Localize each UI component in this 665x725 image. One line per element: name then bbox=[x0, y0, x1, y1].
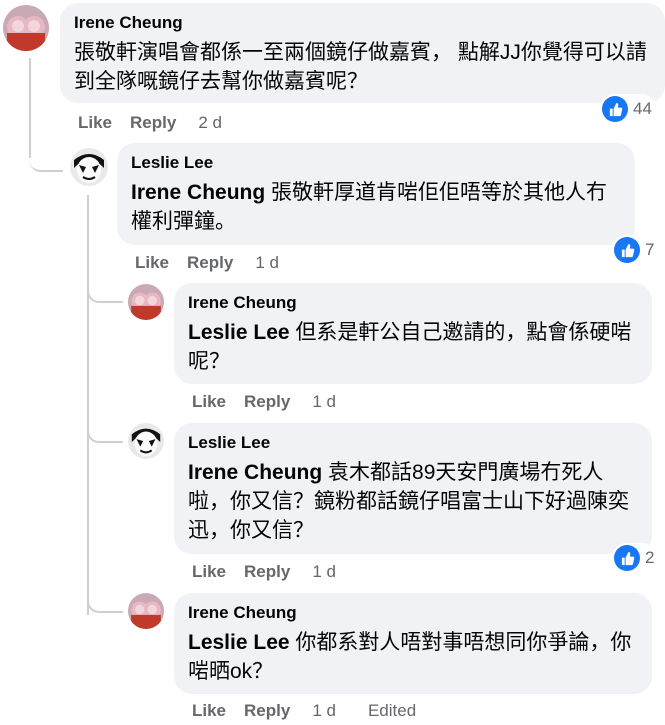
like-thumb-icon bbox=[614, 545, 640, 571]
comment-timestamp[interactable]: 1 d bbox=[312, 562, 336, 581]
comment-author[interactable]: Irene Cheung bbox=[188, 292, 638, 314]
like-button[interactable]: Like bbox=[192, 392, 226, 411]
reaction-count: 7 bbox=[645, 240, 655, 259]
avatar-image bbox=[70, 148, 108, 186]
thread-connector bbox=[87, 590, 123, 613]
thread-connector bbox=[87, 280, 123, 303]
avatar-image bbox=[128, 423, 164, 459]
comment-text: Irene Cheung 張敬軒厚道肯啱佢佢唔等於其他人冇權利彈鐘。 bbox=[131, 178, 621, 236]
mention-link[interactable]: Leslie Lee bbox=[188, 321, 290, 344]
avatar-image bbox=[3, 5, 49, 51]
comment-actions: Like Reply 1 d bbox=[192, 392, 354, 412]
like-thumb-icon bbox=[602, 96, 628, 122]
comment-text: Leslie Lee 但系是軒公自己邀請的，點會係硬啱呢？ bbox=[188, 318, 638, 376]
avatar-image bbox=[128, 284, 164, 320]
comment-bubble: Leslie Lee Irene Cheung 袁木都話89天安門廣場冇死人啦，… bbox=[174, 423, 652, 554]
mention-link[interactable]: Irene Cheung bbox=[188, 461, 322, 484]
comment-body: 張敬軒演唱會都係一至兩個鏡仔做嘉賓， 點解JJ你覺得可以請到全隊嘅鏡仔去幫你做嘉… bbox=[74, 41, 647, 93]
reply-button[interactable]: Reply bbox=[130, 113, 176, 132]
reply-button[interactable]: Reply bbox=[187, 253, 233, 272]
comment-text: Leslie Lee 你都系對人唔對事唔想同你爭論，你啱晒ok？ bbox=[188, 628, 638, 686]
comment-bubble: Irene Cheung 張敬軒演唱會都係一至兩個鏡仔做嘉賓， 點解JJ你覺得可… bbox=[60, 3, 665, 103]
reaction-count: 44 bbox=[633, 99, 652, 118]
mention-link[interactable]: Irene Cheung bbox=[131, 181, 265, 204]
avatar-leslie-lee[interactable] bbox=[128, 423, 164, 459]
reply-button[interactable]: Reply bbox=[244, 392, 290, 411]
avatar-leslie-lee[interactable] bbox=[70, 148, 108, 186]
comment-timestamp[interactable]: 1 d bbox=[312, 701, 336, 720]
like-button[interactable]: Like bbox=[192, 701, 226, 720]
reaction-summary[interactable]: 7 bbox=[612, 235, 659, 265]
avatar-irene-cheung[interactable] bbox=[3, 5, 49, 51]
comment-timestamp[interactable]: 1 d bbox=[255, 253, 279, 272]
comment-actions: Like Reply 2 d bbox=[78, 113, 240, 133]
avatar-irene-cheung[interactable] bbox=[128, 593, 164, 629]
like-thumb-icon bbox=[614, 237, 640, 263]
comment-timestamp[interactable]: 1 d bbox=[312, 392, 336, 411]
comment-bubble: Irene Cheung Leslie Lee 你都系對人唔對事唔想同你爭論，你… bbox=[174, 593, 652, 694]
reaction-summary[interactable]: 2 bbox=[612, 543, 659, 573]
comment-author[interactable]: Leslie Lee bbox=[188, 432, 638, 454]
like-button[interactable]: Like bbox=[135, 253, 169, 272]
like-button[interactable]: Like bbox=[192, 562, 226, 581]
comment-author[interactable]: Irene Cheung bbox=[188, 602, 638, 624]
comment-actions: Like Reply 1 d bbox=[135, 253, 297, 273]
edited-label: Edited bbox=[367, 701, 417, 720]
avatar-image bbox=[128, 593, 164, 629]
reply-button[interactable]: Reply bbox=[244, 701, 290, 720]
comment-text: Irene Cheung 袁木都話89天安門廣場冇死人啦，你又信？鏡粉都話鏡仔唱… bbox=[188, 458, 638, 545]
comment-actions: Like Reply 1 d Edited bbox=[192, 701, 434, 721]
comment-author[interactable]: Irene Cheung bbox=[74, 12, 651, 34]
comment-timestamp[interactable]: 2 d bbox=[198, 113, 222, 132]
thread-connector bbox=[29, 140, 63, 172]
comment-bubble: Irene Cheung Leslie Lee 但系是軒公自己邀請的，點會係硬啱… bbox=[174, 283, 652, 384]
thread-connector bbox=[87, 420, 123, 443]
comment-bubble: Leslie Lee Irene Cheung 張敬軒厚道肯啱佢佢唔等於其他人冇… bbox=[117, 143, 635, 245]
reply-button[interactable]: Reply bbox=[244, 562, 290, 581]
reaction-summary[interactable]: 44 bbox=[600, 94, 656, 124]
comment-author[interactable]: Leslie Lee bbox=[131, 152, 621, 174]
comment-text: 張敬軒演唱會都係一至兩個鏡仔做嘉賓， 點解JJ你覺得可以請到全隊嘅鏡仔去幫你做嘉… bbox=[74, 38, 651, 96]
mention-link[interactable]: Leslie Lee bbox=[188, 631, 290, 654]
avatar-irene-cheung[interactable] bbox=[128, 284, 164, 320]
thread-line bbox=[87, 195, 89, 615]
comment-actions: Like Reply 1 d bbox=[192, 562, 354, 582]
reaction-count: 2 bbox=[645, 548, 655, 567]
like-button[interactable]: Like bbox=[78, 113, 112, 132]
